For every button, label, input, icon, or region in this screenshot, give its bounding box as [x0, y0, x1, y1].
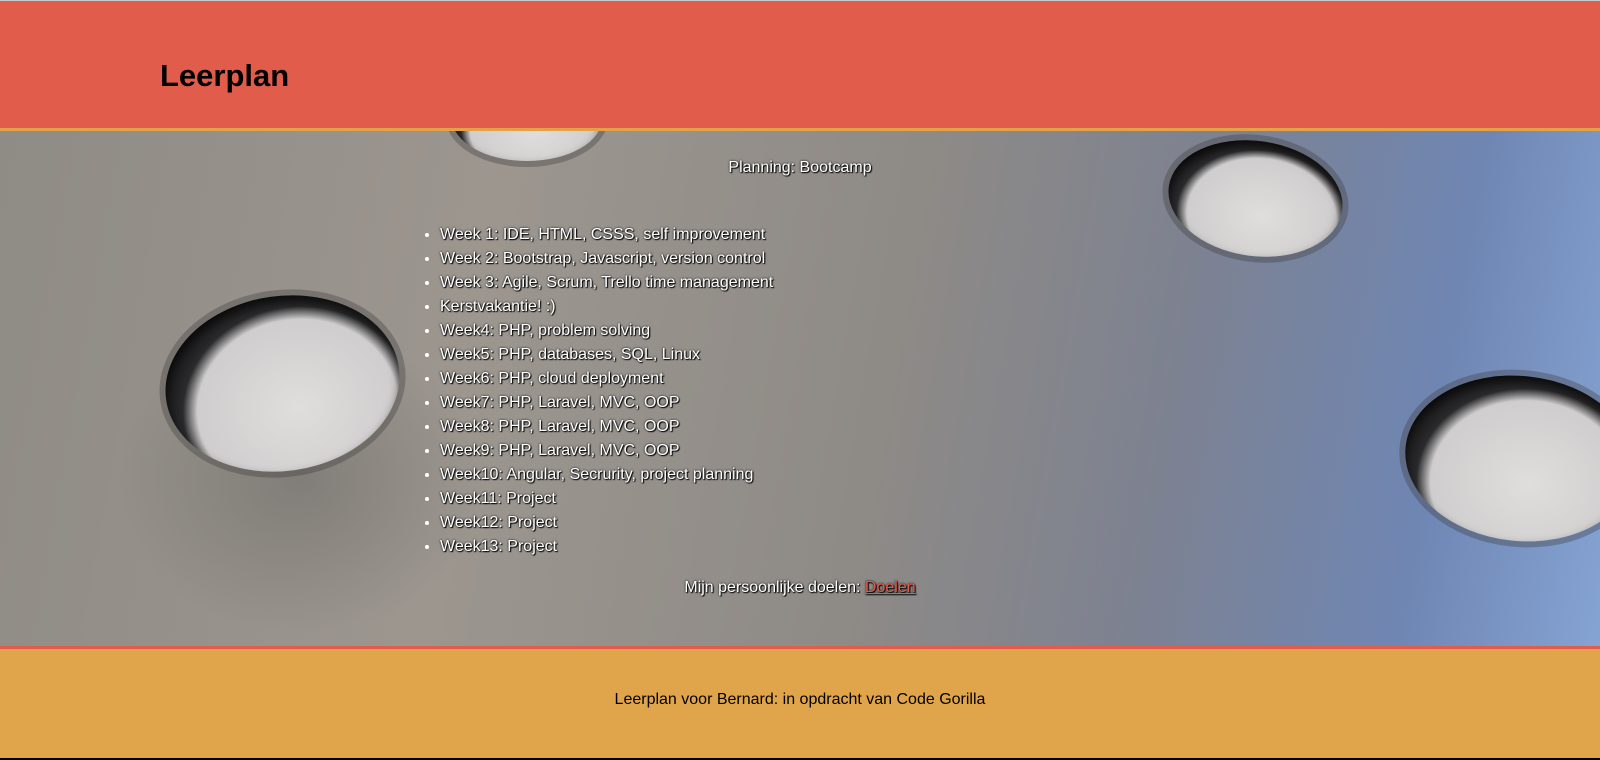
list-item: Week6: PHP, cloud deployment	[440, 367, 773, 391]
list-item: Week5: PHP, databases, SQL, Linux	[440, 343, 773, 367]
footer-text: Leerplan voor Bernard: in opdracht van C…	[614, 691, 986, 708]
site-header: Leerplan	[0, 0, 1600, 131]
goals-line: Mijn persoonlijke doelen: Doelen	[0, 579, 1600, 597]
list-item: Week9: PHP, Laravel, MVC, OOP	[440, 439, 773, 463]
page: Leerplan Planning: Bootcamp Week 1: IDE,…	[0, 0, 1600, 760]
list-item: Kerstvakantie! :)	[440, 295, 773, 319]
list-item: Week4: PHP, problem solving	[440, 319, 773, 343]
list-item: Week 3: Agile, Scrum, Trello time manage…	[440, 271, 773, 295]
list-item: Week 1: IDE, HTML, CSSS, self improvemen…	[440, 223, 773, 247]
goals-label: Mijn persoonlijke doelen:	[684, 579, 861, 596]
week-list: Week 1: IDE, HTML, CSSS, self improvemen…	[422, 223, 773, 559]
site-footer: Leerplan voor Bernard: in opdracht van C…	[0, 646, 1600, 758]
goals-link[interactable]: Doelen	[865, 579, 916, 596]
list-item: Week11: Project	[440, 487, 773, 511]
list-item: Week8: PHP, Laravel, MVC, OOP	[440, 415, 773, 439]
list-item: Week12: Project	[440, 511, 773, 535]
content: Planning: Bootcamp Week 1: IDE, HTML, CS…	[0, 131, 1600, 646]
list-item: Week 2: Bootstrap, Javascript, version c…	[440, 247, 773, 271]
page-title: Leerplan	[160, 58, 290, 93]
list-item: Week10: Angular, Secrurity, project plan…	[440, 463, 773, 487]
planning-heading: Planning: Bootcamp	[728, 159, 872, 176]
main-section: Planning: Bootcamp Week 1: IDE, HTML, CS…	[0, 131, 1600, 646]
list-item: Week13: Project	[440, 535, 773, 559]
list-item: Week7: PHP, Laravel, MVC, OOP	[440, 391, 773, 415]
